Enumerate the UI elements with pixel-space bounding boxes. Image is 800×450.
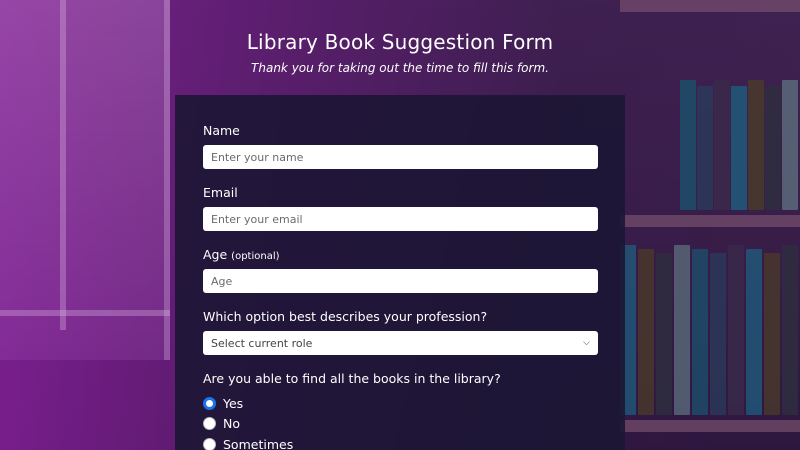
profession-select[interactable]: Select current role ⌵ — [203, 331, 598, 355]
book-spine — [748, 80, 764, 210]
book-spine — [764, 253, 780, 415]
age-label-row: Age (optional) — [203, 247, 597, 262]
book-spine — [782, 80, 798, 210]
email-field-group: Email Enter your email — [203, 185, 598, 231]
book-spine — [680, 80, 696, 210]
age-optional-hint: (optional) — [231, 251, 280, 262]
profession-select-value: Select current role — [211, 336, 313, 350]
profession-label: Which option best describes your profess… — [203, 309, 488, 324]
radio-option-yes[interactable]: Yes — [203, 393, 597, 414]
book-spine — [765, 86, 781, 210]
age-field-group: Age (optional) Age — [203, 247, 598, 293]
book-spine — [714, 80, 730, 210]
shelf-board — [620, 0, 800, 12]
page-title: Library Book Suggestion Form — [246, 30, 554, 54]
email-label: Email — [203, 185, 238, 200]
books-question-group: Are you able to find all the books in th… — [203, 371, 597, 450]
chevron-down-icon: ⌵ — [583, 338, 590, 348]
background-window — [0, 0, 170, 360]
radio-sometimes[interactable] — [203, 437, 216, 450]
age-input[interactable]: Age — [203, 269, 598, 293]
radio-sometimes-label: Sometimes — [223, 436, 294, 450]
book-spine — [638, 249, 654, 415]
name-input[interactable]: Enter your name — [203, 145, 598, 169]
book-spine — [782, 245, 798, 415]
book-spine — [728, 245, 744, 415]
radio-option-no[interactable]: No — [203, 414, 597, 435]
shelf-board — [620, 420, 800, 432]
page-subtitle: Thank you for taking out the time to fil… — [251, 61, 549, 75]
book-spine — [710, 253, 726, 415]
radio-yes[interactable] — [203, 396, 216, 410]
book-spine — [674, 245, 690, 415]
form-card: Name Enter your name Email Enter your em… — [175, 95, 625, 450]
radio-yes-label: Yes — [223, 395, 244, 411]
book-spine — [692, 249, 708, 415]
book-spine — [697, 86, 713, 210]
profession-field-group: Which option best describes your profess… — [203, 309, 598, 355]
book-spine — [746, 249, 762, 415]
age-label: Age — [203, 247, 228, 262]
radio-no-label: No — [223, 416, 240, 432]
name-field-group: Name Enter your name — [203, 123, 598, 169]
email-input[interactable]: Enter your email — [203, 207, 598, 231]
book-spine — [731, 86, 747, 210]
radio-option-sometimes[interactable]: Sometimes — [203, 434, 597, 450]
book-spine — [656, 253, 672, 415]
books-question-label: Are you able to find all the books in th… — [203, 371, 501, 386]
radio-no[interactable] — [203, 417, 216, 431]
shelf-board — [620, 215, 800, 227]
name-label: Name — [203, 123, 240, 138]
